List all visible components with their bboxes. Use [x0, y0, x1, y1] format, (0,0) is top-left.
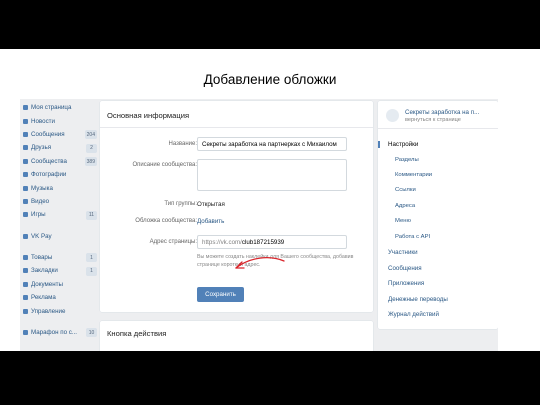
slide-title: Добавление обложки: [203, 72, 337, 87]
hand-drawn-arrow-icon: [235, 257, 285, 269]
slide: Добавление обложки Моя страница Новости …: [0, 49, 540, 351]
vk-screenshot: Моя страница Новости Сообщения 204 Друзья…: [20, 99, 498, 351]
